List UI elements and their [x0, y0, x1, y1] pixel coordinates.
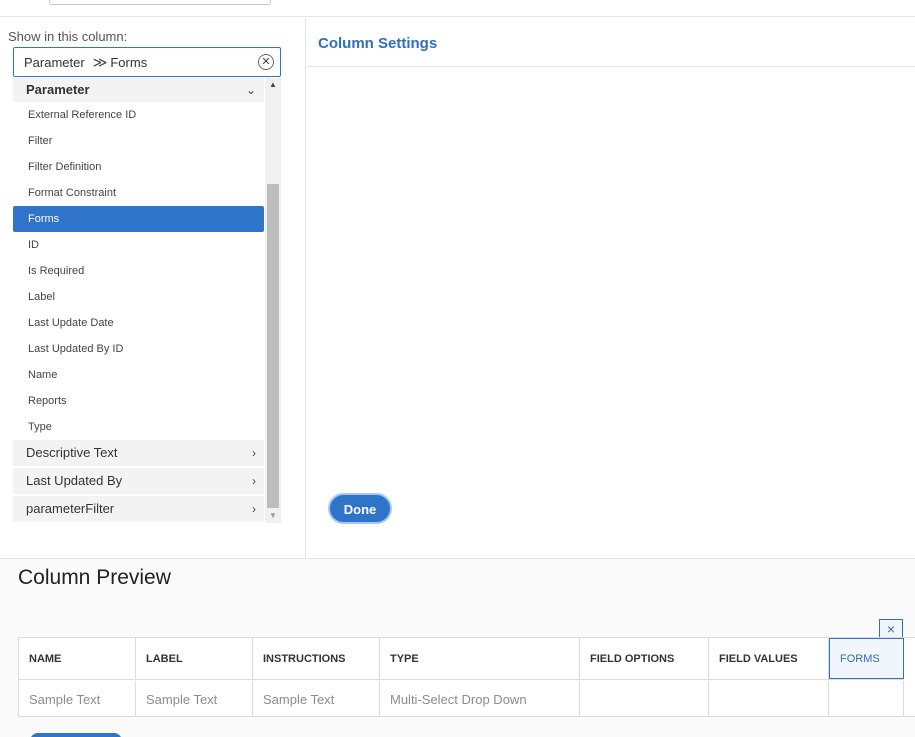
list-item[interactable]: Reports [13, 388, 264, 414]
column-settings-title: Column Settings [318, 35, 438, 52]
column-preview-title: Column Preview [18, 566, 171, 589]
list-item[interactable]: Name [13, 362, 264, 388]
list-item[interactable]: Format Constraint [13, 180, 264, 206]
scrollbar-thumb[interactable] [267, 184, 279, 508]
group-parameter[interactable]: Parameter ⌄ [13, 78, 264, 102]
list-item[interactable]: ID [13, 232, 264, 258]
top-input-field[interactable] [49, 0, 271, 5]
column-header-forms-active[interactable]: FORMS [829, 638, 904, 679]
column-settings-panel: Column Settings Done [307, 18, 915, 558]
table-header-row: NAME LABEL INSTRUCTIONS TYPE FIELD OPTIO… [19, 638, 904, 680]
group-label: Last Updated By [26, 473, 123, 488]
done-button[interactable]: Done [328, 493, 392, 524]
field-path-selector[interactable]: Parameter ≫ Forms ✕ [13, 47, 281, 77]
column-field-picker: Show in this column: Parameter ≫ Forms ✕… [0, 18, 306, 558]
list-item[interactable]: External Reference ID [13, 102, 264, 128]
table-cell [709, 681, 829, 717]
chevron-right-icon: › [252, 502, 256, 516]
list-item[interactable]: Type [13, 414, 264, 440]
chevron-right-icon: › [252, 474, 256, 488]
list-item[interactable]: Label [13, 284, 264, 310]
group-parameter-label: Parameter [26, 82, 90, 97]
list-item-selected[interactable]: Forms [13, 206, 264, 232]
group-label: Descriptive Text [26, 445, 118, 460]
column-header-instructions[interactable]: INSTRUCTIONS [253, 638, 380, 679]
group-label: parameterFilter [26, 501, 115, 516]
breadcrumb-separator-icon: ≫ [92, 53, 108, 70]
column-header-field-values[interactable]: FIELD VALUES [709, 638, 829, 679]
list-item[interactable]: Is Required [13, 258, 264, 284]
group-descriptive-text[interactable]: Descriptive Text › [13, 440, 264, 466]
group-parameter-filter[interactable]: parameterFilter › [13, 496, 264, 522]
list-item[interactable]: Last Updated By ID [13, 336, 264, 362]
field-path-parent: Parameter [24, 54, 85, 70]
field-path-child: Forms [110, 54, 148, 70]
column-preview-section: Column Preview × NAME LABEL INSTRUCTIONS… [0, 558, 915, 737]
list-item[interactable]: Last Update Date [13, 310, 264, 336]
column-header-name[interactable]: NAME [19, 638, 136, 679]
table-cell: Sample Text [19, 681, 136, 717]
table-cell: Multi-Select Drop Down [380, 681, 580, 717]
clear-selection-icon[interactable]: ✕ [258, 54, 274, 70]
top-toolbar-strip [0, 0, 915, 17]
table-cell [829, 681, 904, 717]
field-list-scrollbar[interactable]: ▲ ▼ [265, 78, 281, 523]
close-icon[interactable]: × [879, 619, 903, 639]
scroll-up-arrow-icon[interactable]: ▲ [265, 78, 281, 92]
column-header-type[interactable]: TYPE [380, 638, 580, 679]
settings-divider [307, 66, 915, 67]
table-cell: Sample Text [253, 681, 380, 717]
list-item[interactable]: Filter [13, 128, 264, 154]
show-in-column-label: Show in this column: [8, 29, 128, 44]
preview-table: NAME LABEL INSTRUCTIONS TYPE FIELD OPTIO… [18, 637, 915, 717]
scroll-down-arrow-icon[interactable]: ▼ [265, 509, 281, 523]
group-last-updated-by[interactable]: Last Updated By › [13, 468, 264, 494]
list-item[interactable]: Filter Definition [13, 154, 264, 180]
bottom-action-button[interactable] [30, 733, 122, 737]
column-header-label[interactable]: LABEL [136, 638, 253, 679]
field-list: Parameter ⌄ External Reference ID Filter… [13, 78, 264, 523]
chevron-down-icon: ⌄ [245, 83, 256, 97]
column-header-field-options[interactable]: FIELD OPTIONS [580, 638, 709, 679]
chevron-right-icon: › [252, 446, 256, 460]
table-row: Sample Text Sample Text Sample Text Mult… [19, 681, 904, 717]
table-cell: Sample Text [136, 681, 253, 717]
table-cell [580, 681, 709, 717]
